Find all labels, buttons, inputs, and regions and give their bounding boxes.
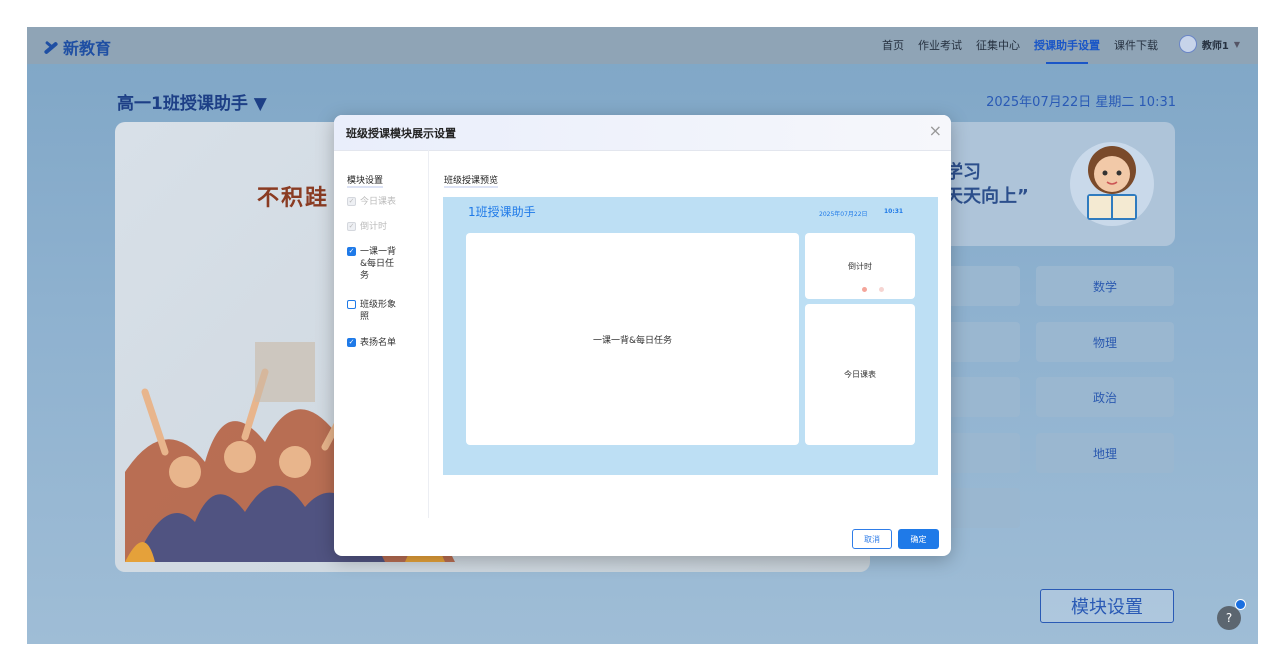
option-countdown: ✓ 倒计时	[347, 221, 400, 233]
checkbox-checked-icon[interactable]: ✓	[347, 338, 356, 347]
dialog-title: 班级授课模块展示设置	[346, 127, 456, 140]
module-settings-button[interactable]: 模块设置	[1040, 589, 1174, 623]
option-label: 表扬名单	[360, 338, 397, 348]
option-praise-list[interactable]: ✓ 表扬名单	[347, 337, 420, 349]
option-label: 今日课表	[360, 197, 397, 207]
subject-button-physics[interactable]: 物理	[1036, 322, 1174, 362]
reading-girl-illustration	[1070, 142, 1154, 226]
checkbox-checked-disabled-icon: ✓	[347, 197, 356, 206]
chevron-down-icon: ▼	[1233, 39, 1240, 49]
preview-daily-task-panel: 一课一背&每日任务	[466, 233, 799, 445]
carousel-dot[interactable]	[879, 287, 884, 292]
cancel-button[interactable]: 取消	[852, 529, 892, 549]
module-settings-panel: 模块设置 ✓ 今日课表 ✓ 倒计时 ✓ 一课一背&每日任务 班级形象照 ✓ 表扬…	[334, 150, 429, 518]
dialog-header: 班级授课模块展示设置 ×	[334, 115, 951, 151]
avatar	[1178, 35, 1197, 53]
page-title[interactable]: 高一1班授课助手 ▼	[117, 89, 267, 114]
checkbox-checked-disabled-icon: ✓	[347, 222, 356, 231]
checkbox-checked-icon[interactable]: ✓	[347, 247, 356, 256]
carousel-dots	[862, 287, 884, 292]
nav-item-teaching-assistant-settings[interactable]: 授课助手设置	[1034, 27, 1100, 64]
logo-icon	[41, 38, 59, 56]
option-label: 班级形象照	[360, 300, 397, 322]
notification-dot	[1235, 599, 1246, 610]
help-icon[interactable]: ?	[1217, 606, 1241, 630]
user-menu[interactable]: 教师1 ▼	[1178, 35, 1240, 53]
nav-item-homework-exam[interactable]: 作业考试	[918, 27, 962, 64]
logo-text: 新教育	[63, 39, 112, 58]
close-icon[interactable]: ×	[929, 121, 942, 140]
confirm-button[interactable]: 确定	[898, 529, 939, 549]
preview-title: 1班授课助手	[468, 205, 536, 219]
preview-countdown-panel: 倒计时	[805, 233, 915, 299]
preview-schedule-label: 今日课表	[844, 370, 876, 379]
class-preview-panel: 1班授课助手 2025年07月22日 10:31 一课一背&每日任务 倒计时 今…	[443, 197, 938, 475]
nav-item-home[interactable]: 首页	[882, 27, 904, 64]
checkbox-unchecked-icon[interactable]	[347, 300, 356, 309]
preview-label: 班级授课预览	[444, 173, 499, 188]
option-today-schedule: ✓ 今日课表	[347, 196, 400, 208]
top-navbar: 新教育 首页 作业考试 征集中心 授课助手设置 课件下载 教师1 ▼	[27, 27, 1258, 64]
preview-date: 2025年07月22日	[819, 211, 868, 218]
preview-countdown-label: 倒计时	[848, 262, 872, 271]
carousel-dot-active[interactable]	[862, 287, 867, 292]
preview-daily-task-label: 一课一背&每日任务	[592, 335, 673, 346]
subject-button-geography[interactable]: 地理	[1036, 433, 1174, 473]
nav-item-courseware-download[interactable]: 课件下载	[1114, 27, 1158, 64]
option-daily-task[interactable]: ✓ 一课一背&每日任务	[347, 246, 400, 282]
slogan-right-line2: 天天向上”	[945, 186, 1029, 207]
logo[interactable]: 新教育	[41, 35, 111, 59]
module-settings-label: 模块设置	[347, 173, 384, 188]
preview-schedule-panel: 今日课表	[805, 304, 915, 445]
main-nav: 首页 作业考试 征集中心 授课助手设置 课件下载	[882, 27, 1158, 64]
subject-button-politics[interactable]: 政治	[1036, 377, 1174, 417]
user-name: 教师1	[1201, 40, 1229, 52]
preview-time: 10:31	[884, 208, 904, 215]
subject-button-math[interactable]: 数学	[1036, 266, 1174, 306]
module-display-settings-dialog: 班级授课模块展示设置 × 模块设置 ✓ 今日课表 ✓ 倒计时 ✓ 一课一背&每日…	[334, 115, 951, 556]
slogan-left: 不积跬	[257, 186, 330, 211]
option-class-photo[interactable]: 班级形象照	[347, 299, 400, 323]
option-label: 一课一背&每日任务	[360, 247, 397, 281]
nav-item-collection-center[interactable]: 征集中心	[976, 27, 1020, 64]
option-label: 倒计时	[360, 222, 388, 232]
current-datetime: 2025年07月22日 星期二 10:31	[986, 95, 1176, 110]
